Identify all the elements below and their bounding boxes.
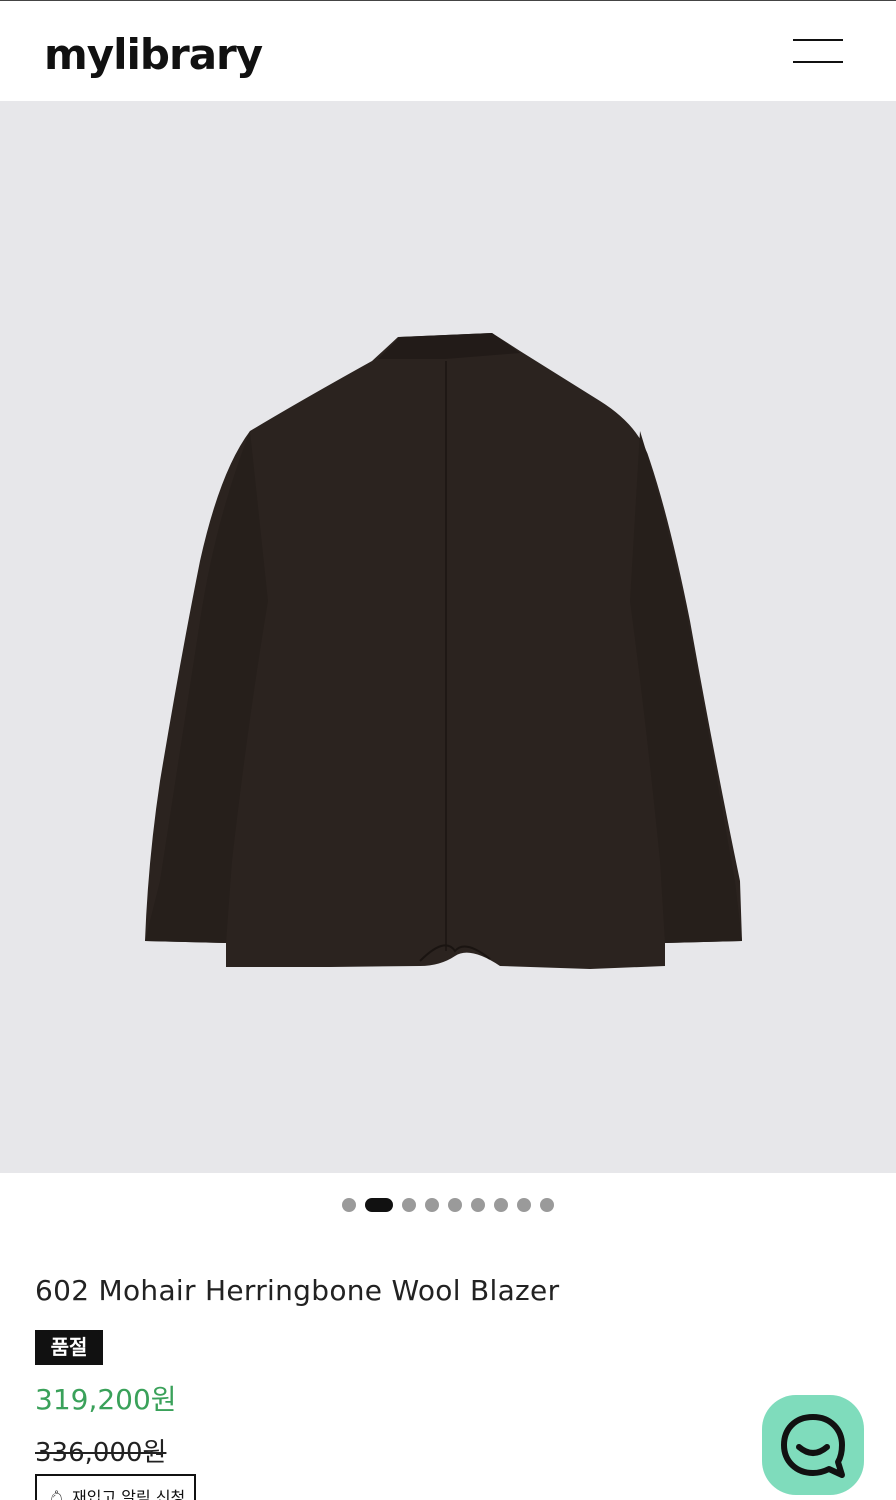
gallery-dot-5[interactable] — [448, 1198, 462, 1212]
gallery-dot-8[interactable] — [517, 1198, 531, 1212]
site-logo[interactable]: mylibrary — [44, 27, 263, 83]
hamburger-menu-button[interactable] — [788, 33, 848, 73]
gallery-dot-3[interactable] — [402, 1198, 416, 1212]
restock-alert-label: 재입고 알림 신청 — [72, 1488, 186, 1500]
blazer-illustration — [145, 333, 742, 969]
bell-icon: 🔔︎ — [47, 1489, 67, 1500]
product-image — [145, 333, 742, 969]
gallery-pagination — [0, 1196, 896, 1214]
product-image-gallery[interactable] — [0, 101, 896, 1173]
gallery-dot-1[interactable] — [342, 1198, 356, 1212]
gallery-dot-9[interactable] — [540, 1198, 554, 1212]
sold-out-badge: 품절 — [35, 1330, 103, 1365]
gallery-dot-4[interactable] — [425, 1198, 439, 1212]
site-header: mylibrary — [0, 1, 896, 101]
product-title: 602 Mohair Herringbone Wool Blazer — [35, 1274, 560, 1307]
restock-alert-button[interactable]: 🔔︎ 재입고 알림 신청 — [35, 1474, 196, 1500]
sale-price: 319,200원 — [35, 1383, 177, 1416]
original-price: 336,000원 — [35, 1438, 167, 1468]
chat-icon — [781, 1414, 845, 1478]
hamburger-icon — [793, 39, 843, 41]
gallery-dot-2-active[interactable] — [365, 1198, 393, 1212]
gallery-dot-6[interactable] — [471, 1198, 485, 1212]
chat-button[interactable] — [762, 1395, 864, 1495]
hamburger-icon-line — [793, 61, 843, 63]
gallery-dot-7[interactable] — [494, 1198, 508, 1212]
